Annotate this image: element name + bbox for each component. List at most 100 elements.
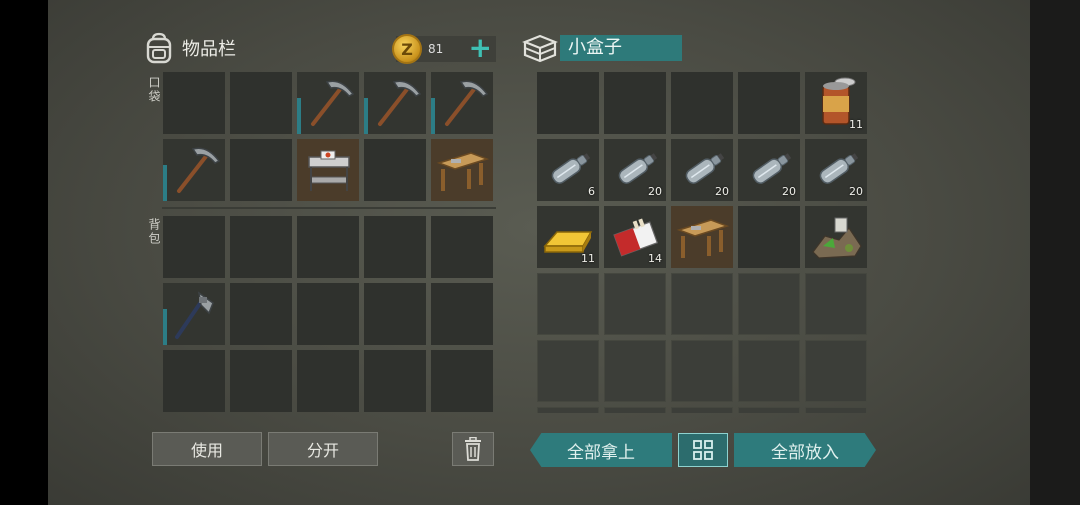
box-locked-slot xyxy=(537,340,599,402)
item-quantity: 14 xyxy=(648,252,662,265)
pickaxe-icon xyxy=(364,72,426,134)
coin-amount: 81 xyxy=(428,42,444,56)
backpack-slot[interactable] xyxy=(431,216,493,278)
backpack-slot[interactable] xyxy=(230,283,292,345)
grid-icon xyxy=(693,440,713,460)
box-slot[interactable]: 20 xyxy=(604,139,666,201)
box-grid-locked xyxy=(537,273,867,413)
backpack-slot[interactable] xyxy=(163,350,225,412)
durability-bar xyxy=(431,98,435,134)
durability-bar xyxy=(297,98,301,134)
carpentry-table-icon xyxy=(671,206,733,268)
backpack-slot[interactable] xyxy=(163,283,225,345)
pickaxe-icon xyxy=(163,139,225,201)
take-all-button[interactable]: 全部拿上 xyxy=(530,433,672,467)
add-coins-button[interactable]: + xyxy=(469,32,492,64)
put-all-button[interactable]: 全部放入 xyxy=(734,433,876,467)
hatchet-icon xyxy=(163,283,225,345)
box-slot[interactable]: 20 xyxy=(738,139,800,201)
backpack-slot[interactable] xyxy=(163,216,225,278)
pocket-grid xyxy=(163,72,493,201)
pickaxe-icon xyxy=(297,72,359,134)
backpack-slot[interactable] xyxy=(297,283,359,345)
box-slot[interactable]: 11 xyxy=(805,72,867,134)
pocket-slot[interactable] xyxy=(297,139,359,201)
item-quantity: 6 xyxy=(588,185,595,198)
box-slot[interactable] xyxy=(671,72,733,134)
box-locked-slot xyxy=(604,273,666,335)
backpack-slot[interactable] xyxy=(297,216,359,278)
box-locked-slot xyxy=(671,340,733,402)
item-quantity: 20 xyxy=(849,185,863,198)
box-locked-slot xyxy=(805,407,867,413)
box-locked-slot xyxy=(805,273,867,335)
box-locked-slot xyxy=(604,340,666,402)
pocket-slot[interactable] xyxy=(431,139,493,201)
box-slot[interactable] xyxy=(738,72,800,134)
coin-icon: Z xyxy=(392,34,422,64)
pocket-label: 口袋 xyxy=(147,76,161,104)
box-locked-slot xyxy=(738,407,800,413)
pocket-slot[interactable] xyxy=(230,139,292,201)
box-locked-slot xyxy=(671,273,733,335)
box-slot[interactable] xyxy=(537,72,599,134)
sort-grid-button[interactable] xyxy=(678,433,728,467)
box-grid: 11 6 20 20 20 20 11 14 xyxy=(537,72,867,268)
box-header: 小盒子 xyxy=(522,30,682,66)
item-quantity: 20 xyxy=(782,185,796,198)
durability-bar xyxy=(364,98,368,134)
pocket-slot[interactable] xyxy=(163,139,225,201)
trash-icon xyxy=(465,437,481,461)
box-locked-slot xyxy=(738,340,800,402)
carpentry-table-icon xyxy=(431,139,493,201)
screen-edge xyxy=(1030,0,1080,505)
box-title: 小盒子 xyxy=(560,35,682,61)
split-button[interactable]: 分开 xyxy=(268,432,378,466)
backpack-slot[interactable] xyxy=(364,283,426,345)
pocket-slot[interactable] xyxy=(297,72,359,134)
pocket-slot[interactable] xyxy=(364,72,426,134)
pocket-slot[interactable] xyxy=(364,139,426,201)
take-all-label: 全部拿上 xyxy=(567,442,635,463)
game-screen: 物品栏 Z 81 + 小盒子 口袋 背包 11 6 20 20 20 20 11 14 使用 … xyxy=(48,0,1057,505)
box-slot[interactable]: 20 xyxy=(671,139,733,201)
trash-button[interactable] xyxy=(452,432,494,466)
item-quantity: 20 xyxy=(648,185,662,198)
pickaxe-icon xyxy=(431,72,493,134)
pocket-slot[interactable] xyxy=(431,72,493,134)
box-slot[interactable]: 14 xyxy=(604,206,666,268)
backpack-icon xyxy=(144,32,174,64)
backpack-slot[interactable] xyxy=(364,350,426,412)
backpack-slot[interactable] xyxy=(431,350,493,412)
durability-bar xyxy=(163,165,167,201)
box-locked-slot xyxy=(604,407,666,413)
pocket-slot[interactable] xyxy=(230,72,292,134)
backpack-slot[interactable] xyxy=(297,350,359,412)
backpack-slot[interactable] xyxy=(230,350,292,412)
coin-counter: Z 81 + xyxy=(392,32,496,64)
box-locked-slot xyxy=(537,407,599,413)
box-slot[interactable]: 6 xyxy=(537,139,599,201)
put-all-label: 全部放入 xyxy=(771,442,839,463)
box-slot[interactable] xyxy=(738,206,800,268)
box-slot[interactable]: 11 xyxy=(537,206,599,268)
box-locked-slot xyxy=(805,340,867,402)
workbench-first-aid-icon xyxy=(297,139,359,201)
pocket-slot[interactable] xyxy=(163,72,225,134)
box-slot[interactable]: 20 xyxy=(805,139,867,201)
scrap-pile-icon xyxy=(805,206,867,268)
item-quantity: 11 xyxy=(849,118,863,131)
box-locked-slot xyxy=(671,407,733,413)
box-slot[interactable] xyxy=(805,206,867,268)
backpack-slot[interactable] xyxy=(230,216,292,278)
item-quantity: 11 xyxy=(581,252,595,265)
inventory-title: 物品栏 xyxy=(182,39,236,60)
box-locked-slot xyxy=(537,273,599,335)
backpack-slot[interactable] xyxy=(431,283,493,345)
backpack-slot[interactable] xyxy=(364,216,426,278)
use-button[interactable]: 使用 xyxy=(152,432,262,466)
box-slot[interactable] xyxy=(671,206,733,268)
box-slot[interactable] xyxy=(604,72,666,134)
box-locked-slot xyxy=(738,273,800,335)
backpack-grid xyxy=(163,216,493,412)
